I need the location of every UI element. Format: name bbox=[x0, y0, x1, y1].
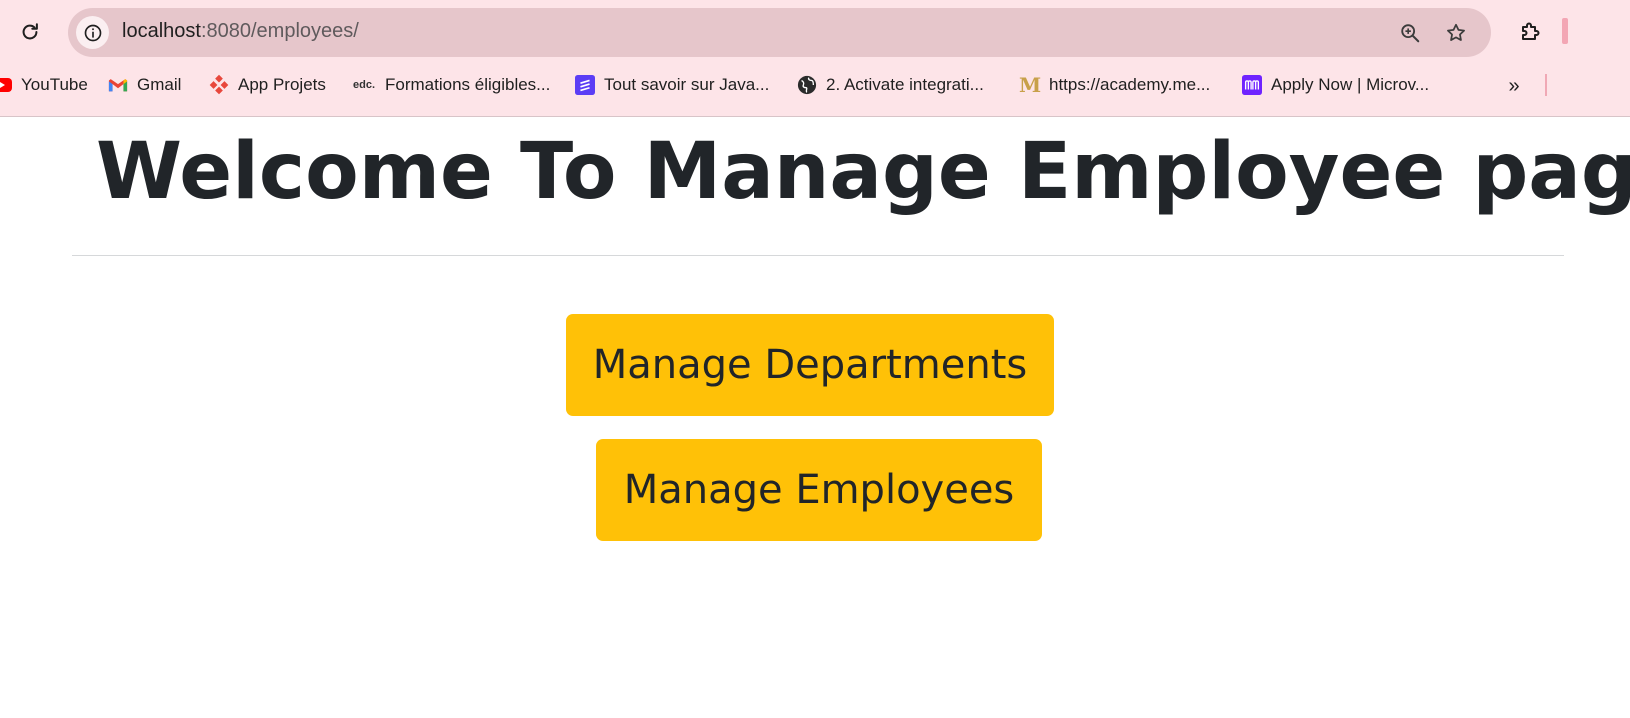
toolbar-divider bbox=[1545, 74, 1547, 96]
bookmark-formations[interactable]: edc. Formations éligibles... bbox=[352, 72, 550, 98]
profile-edge-indicator bbox=[1562, 18, 1568, 44]
bookmark-app-projets[interactable]: App Projets bbox=[209, 72, 326, 98]
gmail-icon bbox=[108, 75, 128, 95]
bookmark-gmail[interactable]: Gmail bbox=[108, 72, 181, 98]
bookmarks-bar: YouTube Gmail App Projets edc. Formation… bbox=[0, 64, 1630, 106]
bookmark-label: https://academy.me... bbox=[1049, 75, 1211, 94]
browser-toolbar: localhost:8080/employees/ YouTube Gmail … bbox=[0, 0, 1630, 117]
bookmark-academy[interactable]: M https://academy.me... bbox=[1018, 72, 1211, 98]
more-bookmarks-icon[interactable]: » bbox=[1500, 72, 1528, 100]
extensions-icon[interactable] bbox=[1514, 16, 1546, 48]
globe-icon bbox=[797, 75, 817, 95]
edc-icon: edc. bbox=[352, 79, 375, 91]
microverse-icon bbox=[1242, 75, 1262, 95]
url-host: localhost bbox=[122, 20, 201, 42]
bookmark-label: Formations éligibles... bbox=[385, 75, 551, 94]
reload-icon[interactable] bbox=[14, 16, 46, 48]
manage-departments-button[interactable]: Manage Departments bbox=[566, 314, 1054, 416]
bookmark-label: Apply Now | Microv... bbox=[1271, 75, 1430, 94]
url-path: :8080/employees/ bbox=[200, 20, 359, 42]
bookmark-label: Tout savoir sur Java... bbox=[604, 75, 770, 94]
site-info-icon[interactable] bbox=[76, 16, 109, 49]
youtube-icon bbox=[0, 75, 12, 95]
address-bar[interactable]: localhost:8080/employees/ bbox=[68, 8, 1491, 57]
bookmark-star-icon[interactable] bbox=[1442, 19, 1470, 47]
app-projets-icon bbox=[209, 74, 229, 95]
bookmark-label: App Projets bbox=[238, 75, 326, 94]
bookmark-activate[interactable]: 2. Activate integrati... bbox=[797, 72, 984, 98]
java-bookmark-icon bbox=[575, 75, 595, 95]
bookmark-label: Gmail bbox=[137, 75, 182, 94]
title-divider bbox=[72, 255, 1564, 256]
bookmark-youtube[interactable]: YouTube bbox=[0, 72, 88, 98]
bookmark-label: YouTube bbox=[21, 75, 88, 94]
url-text[interactable]: localhost:8080/employees/ bbox=[122, 20, 359, 43]
page-title: Welcome To Manage Employee page bbox=[96, 127, 1630, 217]
manage-employees-button[interactable]: Manage Employees bbox=[596, 439, 1042, 541]
zoom-icon[interactable] bbox=[1396, 19, 1424, 47]
bookmark-label: 2. Activate integrati... bbox=[826, 75, 984, 94]
academy-icon: M bbox=[1018, 73, 1042, 97]
bookmark-microverse[interactable]: Apply Now | Microv... bbox=[1242, 72, 1429, 98]
bookmark-java[interactable]: Tout savoir sur Java... bbox=[575, 72, 769, 98]
